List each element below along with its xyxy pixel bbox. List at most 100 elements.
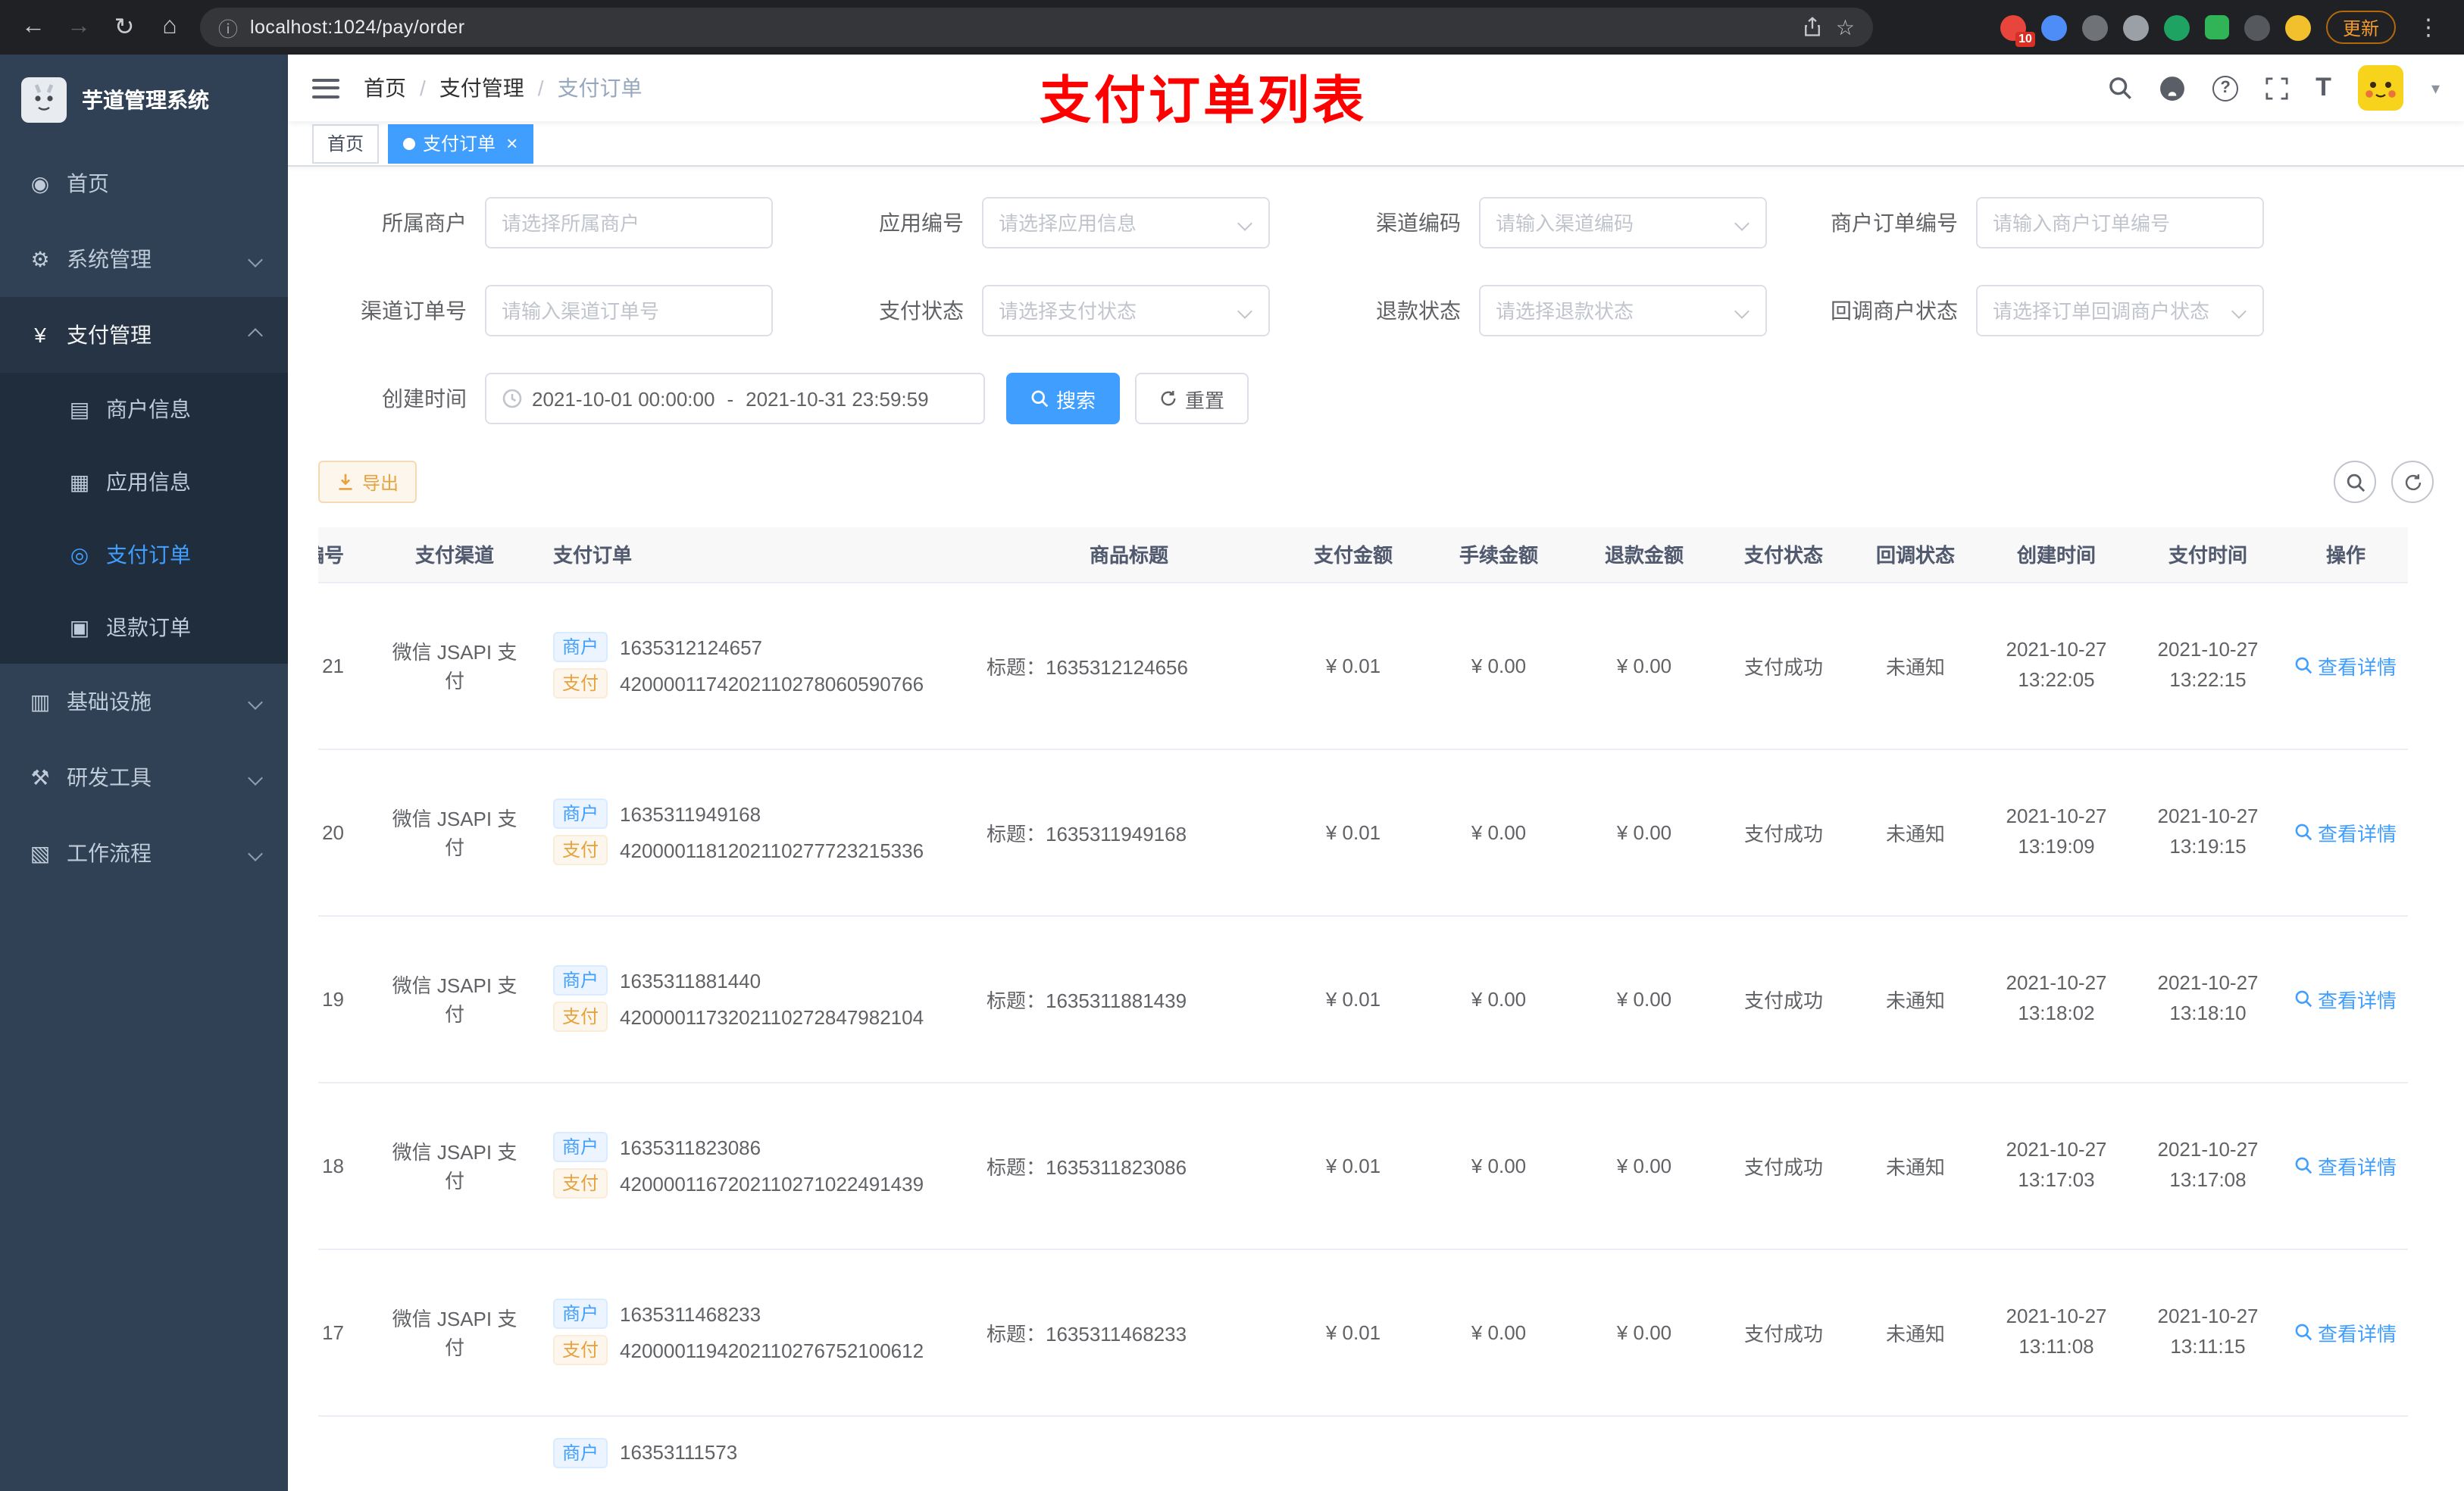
- sidebar-item-app-info[interactable]: ▦ 应用信息: [0, 445, 288, 518]
- help-icon[interactable]: ?: [2212, 75, 2239, 101]
- sidebar-item-payment[interactable]: ¥ 支付管理: [0, 297, 288, 373]
- app-no-select[interactable]: [982, 197, 1270, 248]
- browser-update-button[interactable]: 更新: [2325, 11, 2396, 44]
- site-info-icon[interactable]: ⓘ: [218, 13, 238, 42]
- pay-order-cell: 商户 16353111573: [535, 1415, 977, 1491]
- breadcrumb-item[interactable]: 首页: [364, 73, 406, 103]
- breadcrumb-separator: /: [537, 76, 544, 100]
- page-content: 所属商户 应用编号 渠道编码: [288, 167, 2464, 1491]
- merchant-order-no-input[interactable]: [1993, 211, 2247, 234]
- filter-label: 退款状态: [1376, 299, 1461, 323]
- tab-pay-order[interactable]: 支付订单 ×: [388, 123, 533, 163]
- filter-label: 渠道编码: [1376, 211, 1461, 235]
- filter-field: 渠道编码: [1312, 197, 1767, 248]
- view-detail-link[interactable]: 查看详情: [2295, 651, 2397, 680]
- font-size-icon[interactable]: T: [2315, 73, 2331, 103]
- order-id: 19: [318, 915, 374, 1083]
- extensions-pin-icon[interactable]: [2244, 14, 2270, 40]
- refund-status-select[interactable]: [1479, 285, 1767, 336]
- filter-field: 商户订单编号: [1809, 197, 2264, 248]
- pay-status: 支付成功: [1717, 749, 1850, 916]
- channel-pay-no: 4200001181202110277723215336: [620, 839, 924, 861]
- dashboard-icon: ◉: [30, 170, 50, 195]
- extension-icon[interactable]: 10: [2000, 14, 2035, 46]
- view-detail-link[interactable]: 查看详情: [2295, 1318, 2397, 1346]
- search-button-label: 搜索: [1056, 389, 1096, 411]
- callback-status-select-input[interactable]: [1993, 299, 2225, 322]
- pay-channel: [374, 1415, 535, 1491]
- extension-icon[interactable]: [2081, 14, 2108, 40]
- tab-home[interactable]: 首页: [312, 123, 380, 163]
- view-detail-link[interactable]: 查看详情: [2295, 984, 2397, 1013]
- url-text[interactable]: localhost:1024/pay/order: [250, 17, 1790, 38]
- view-detail-link[interactable]: 查看详情: [2295, 817, 2397, 846]
- browser-reload-icon[interactable]: ↻: [103, 6, 145, 48]
- merchant-order-no: 1635312124657: [620, 636, 763, 658]
- profile-avatar-icon[interactable]: [2284, 14, 2311, 40]
- browser-back-icon[interactable]: ←: [12, 6, 55, 48]
- merchant-order-no: 1635311949168: [620, 802, 761, 825]
- search-icon[interactable]: [2108, 76, 2132, 100]
- search-button[interactable]: 搜索: [1006, 373, 1121, 424]
- refund-order-icon: ▣: [69, 614, 90, 639]
- bookmark-star-icon[interactable]: ☆: [1836, 14, 1855, 40]
- browser-menu-icon[interactable]: ⋮: [2411, 14, 2446, 41]
- order-id: 20: [318, 749, 374, 916]
- app-logo[interactable]: 芋道管理系统: [0, 55, 288, 145]
- browser-home-icon[interactable]: ⌂: [149, 6, 191, 48]
- create-time-range[interactable]: 2021-10-01 00:00:00 - 2021-10-31 23:59:5…: [485, 373, 985, 424]
- channel-code-select-input[interactable]: [1496, 211, 1728, 234]
- pay-status-select[interactable]: [982, 285, 1270, 336]
- github-icon[interactable]: [2159, 75, 2185, 101]
- view-detail-link[interactable]: 查看详情: [2295, 1151, 2397, 1180]
- sidebar-toggle-icon[interactable]: [312, 78, 339, 98]
- app-title: 芋道管理系统: [82, 88, 209, 112]
- app-no-select-input[interactable]: [999, 211, 1230, 234]
- sidebar-item-devtools[interactable]: ⚒ 研发工具: [0, 739, 288, 815]
- toggle-search-button[interactable]: [2334, 461, 2376, 503]
- extension-icon[interactable]: [2204, 15, 2229, 39]
- sidebar-item-infra[interactable]: ▥ 基础设施: [0, 664, 288, 739]
- user-avatar[interactable]: [2358, 65, 2404, 111]
- browser-forward-icon[interactable]: →: [58, 6, 100, 48]
- share-icon[interactable]: [1803, 17, 1824, 38]
- breadcrumb-separator: /: [420, 76, 426, 100]
- sidebar-item-home[interactable]: ◉ 首页: [0, 145, 288, 221]
- url-bar[interactable]: ⓘ localhost:1024/pay/order ☆: [200, 8, 1873, 47]
- caret-down-icon[interactable]: ▾: [2431, 78, 2440, 98]
- sidebar-item-pay-order[interactable]: ◎ 支付订单: [0, 518, 288, 591]
- orders-table: 编号 支付渠道 支付订单 商品标题 支付金额 手续金额 退款金额 支付状态 回调…: [318, 527, 2408, 1491]
- callback-status-select[interactable]: [1976, 285, 2264, 336]
- export-button[interactable]: 导出: [318, 461, 417, 503]
- breadcrumb-item[interactable]: 支付管理: [439, 73, 524, 103]
- refresh-table-button[interactable]: [2391, 461, 2434, 503]
- merchant-order-no-field[interactable]: [1976, 197, 2264, 248]
- extension-icon[interactable]: [2163, 14, 2190, 40]
- sidebar-item-system[interactable]: ⚙ 系统管理: [0, 221, 288, 297]
- channel-order-no-input[interactable]: [502, 299, 756, 322]
- column-header: 退款金额: [1571, 527, 1717, 583]
- create-time: 2021-10-27 13:19:09: [1981, 749, 2132, 916]
- filter-label: 回调商户状态: [1831, 299, 1958, 323]
- reset-button[interactable]: 重置: [1135, 373, 1249, 424]
- refund-status-select-input[interactable]: [1496, 299, 1728, 322]
- extension-icon[interactable]: [2040, 14, 2067, 40]
- refund-amount: ¥ 0.00: [1571, 582, 1717, 749]
- channel-order-no-field[interactable]: [485, 285, 773, 336]
- channel-pay-no: 4200001167202110271022491439: [620, 1172, 924, 1195]
- channel-code-select[interactable]: [1479, 197, 1767, 248]
- chevron-down-icon: [248, 252, 263, 267]
- merchant-filter-input[interactable]: [502, 211, 756, 234]
- fullscreen-icon[interactable]: [2265, 77, 2288, 99]
- merchant-filter[interactable]: [485, 197, 773, 248]
- sidebar-item-refund-order[interactable]: ▣ 退款订单: [0, 591, 288, 664]
- close-icon[interactable]: ×: [506, 133, 518, 153]
- sidebar-item-workflow[interactable]: ▧ 工作流程: [0, 815, 288, 891]
- pay-status-select-input[interactable]: [999, 299, 1230, 322]
- filter-label: 渠道订单号: [361, 299, 467, 323]
- sidebar-item-merchant-info[interactable]: ▤ 商户信息: [0, 373, 288, 445]
- extension-icon[interactable]: [2122, 14, 2149, 40]
- fee-amount: ¥ 0.00: [1426, 1249, 1571, 1416]
- sidebar-item-label: 支付管理: [67, 323, 152, 347]
- product-title: 标题：1635311949168: [977, 749, 1280, 916]
